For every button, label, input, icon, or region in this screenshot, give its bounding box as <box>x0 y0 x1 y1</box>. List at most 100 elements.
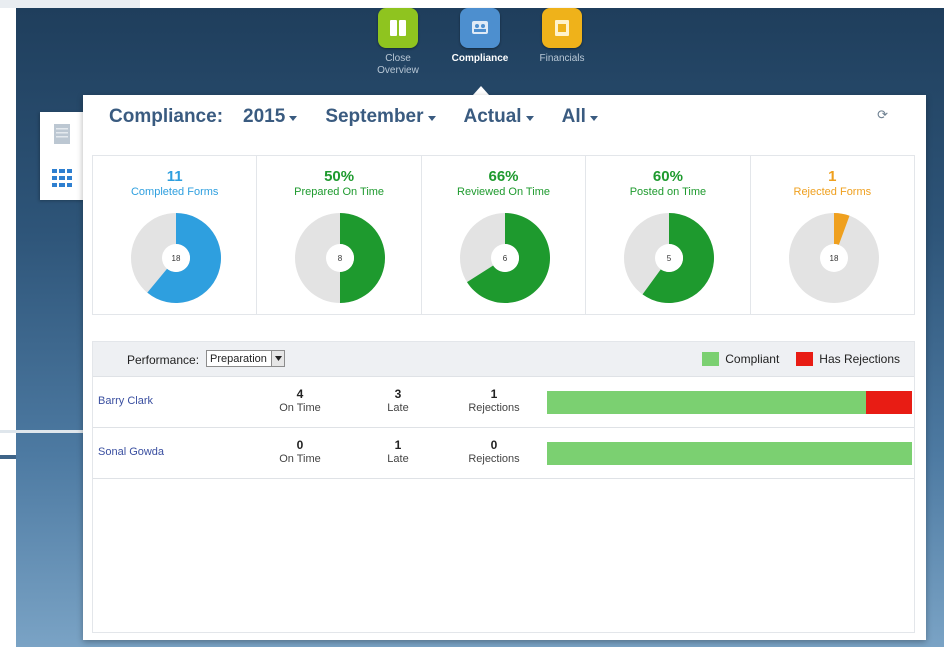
donut-chart: 5 <box>624 213 715 303</box>
briefcase-icon <box>542 8 582 48</box>
active-nav-pointer <box>473 86 489 95</box>
legend-label: Compliant <box>725 352 780 366</box>
donut-center-value: 18 <box>172 254 181 263</box>
people-icon <box>460 8 500 48</box>
donut-center-value: 5 <box>667 254 672 263</box>
grid-view-icon <box>52 169 72 187</box>
chevron-down-icon[interactable] <box>271 351 284 366</box>
table-row: Sonal Gowda 0 On Time 1 Late 0 Rejections <box>93 428 914 479</box>
page-title: Compliance: <box>109 106 224 127</box>
list-view-icon <box>54 124 70 144</box>
performance-panel: Performance: Preparation Compliant Has R… <box>92 341 915 633</box>
stat-value: 0 <box>296 438 304 452</box>
legend: Compliant Has Rejections <box>702 352 900 366</box>
compliance-card: Compliance: 2015 September Actual All ⟳ … <box>83 95 926 640</box>
nav-label: Overview <box>377 65 419 76</box>
donut-center-value: 18 <box>829 254 838 263</box>
metric-value: 66% <box>488 168 519 185</box>
metric-label: Prepared On Time <box>294 186 385 198</box>
metric-value: 50% <box>324 168 355 185</box>
metric-card[interactable]: 50% Prepared On Time 8 <box>257 156 422 314</box>
year-value: 2015 <box>243 106 286 127</box>
year-dropdown[interactable]: 2015 <box>243 106 298 128</box>
donut-chart: 8 <box>295 213 386 303</box>
stat-late: 1 Late <box>363 438 433 466</box>
scenario-value: Actual <box>463 106 522 127</box>
stat-value: 3 <box>394 387 402 401</box>
stat-label: Rejections <box>468 402 520 414</box>
donut-chart: 18 <box>131 213 222 303</box>
metric-value: 60% <box>652 168 683 185</box>
stat-on-time: 4 On Time <box>265 387 335 415</box>
performance-select[interactable]: Preparation <box>206 350 285 367</box>
view-switcher <box>40 112 84 200</box>
metric-value: 11 <box>166 168 183 185</box>
table-row: Barry Clark 4 On Time 3 Late 1 Rejections <box>93 377 914 428</box>
scenario-dropdown[interactable]: Actual <box>464 106 534 128</box>
book-icon <box>378 8 418 48</box>
nav-label: Close <box>385 53 411 64</box>
nav-compliance[interactable]: Compliance <box>445 8 515 65</box>
metric-card[interactable]: 1 Rejected Forms 18 <box>751 156 914 314</box>
background-divider <box>0 455 16 459</box>
bar-compliant-segment <box>547 391 866 414</box>
stat-label: Late <box>387 453 409 465</box>
metric-card[interactable]: 11 Completed Forms 18 <box>93 156 258 314</box>
metric-label: Completed Forms <box>130 186 219 198</box>
list-view-tab[interactable] <box>40 112 84 156</box>
chevron-down-icon <box>589 116 598 121</box>
chevron-down-icon <box>525 116 534 121</box>
person-link[interactable]: Sonal Gowda <box>98 446 164 458</box>
performance-header: Performance: Preparation Compliant Has R… <box>93 342 914 377</box>
metric-value: 1 <box>828 168 837 185</box>
chevron-down-icon <box>289 116 298 121</box>
donut-center-value: 8 <box>338 254 343 263</box>
stat-label: On Time <box>279 402 321 414</box>
stat-value: 1 <box>394 438 402 452</box>
month-value: September <box>325 106 424 127</box>
legend-label: Has Rejections <box>819 352 900 366</box>
metrics-row: 11 Completed Forms 18 50% Prepared On Time 8 6… <box>92 155 915 315</box>
donut-chart: 6 <box>459 213 550 303</box>
stat-label: Late <box>387 402 409 414</box>
metric-label: Reviewed On Time <box>457 186 550 198</box>
legend-swatch-compliant <box>702 352 720 366</box>
bar-compliant-segment <box>547 442 912 465</box>
stat-rejections: 0 Rejections <box>459 438 529 466</box>
stat-value: 1 <box>490 387 498 401</box>
filter-value: All <box>561 106 586 127</box>
metric-label: Posted on Time <box>629 186 707 198</box>
performance-select-value: Preparation <box>210 352 267 365</box>
stat-label: Rejections <box>468 453 520 465</box>
refresh-icon[interactable]: ⟳ <box>877 107 888 123</box>
metric-label: Rejected Forms <box>793 186 872 198</box>
nav-close-overview[interactable]: Close Overview <box>363 8 433 77</box>
filter-dropdown[interactable]: All <box>562 106 598 128</box>
compliance-bar <box>547 442 912 465</box>
metric-card[interactable]: 66% Reviewed On Time 6 <box>422 156 587 314</box>
nav-financials[interactable]: Financials <box>527 8 597 65</box>
nav-label: Compliance <box>451 53 509 64</box>
background-strip <box>0 0 140 8</box>
chevron-down-icon <box>427 116 436 121</box>
stat-rejections: 1 Rejections <box>459 387 529 415</box>
grid-view-tab[interactable] <box>40 156 84 200</box>
background-divider <box>0 430 83 433</box>
stat-on-time: 0 On Time <box>265 438 335 466</box>
performance-rows: Barry Clark 4 On Time 3 Late 1 Rejections Sonal… <box>93 377 914 479</box>
compliance-header: Compliance: 2015 September Actual All <box>109 105 626 129</box>
donut-chart: 18 <box>788 213 879 303</box>
legend-swatch-rejections <box>796 352 814 366</box>
performance-label: Performance: <box>127 353 200 367</box>
metric-card[interactable]: 60% Posted on Time 5 <box>586 156 751 314</box>
stat-value: 0 <box>490 438 498 452</box>
stat-late: 3 Late <box>363 387 433 415</box>
bar-rejection-segment <box>865 391 912 414</box>
compliance-bar <box>547 391 912 414</box>
nav-label: Financials <box>539 53 585 64</box>
stat-label: On Time <box>279 453 321 465</box>
person-link[interactable]: Barry Clark <box>98 395 153 407</box>
donut-center-value: 6 <box>503 254 508 263</box>
stat-value: 4 <box>296 387 304 401</box>
month-dropdown[interactable]: September <box>325 106 436 128</box>
